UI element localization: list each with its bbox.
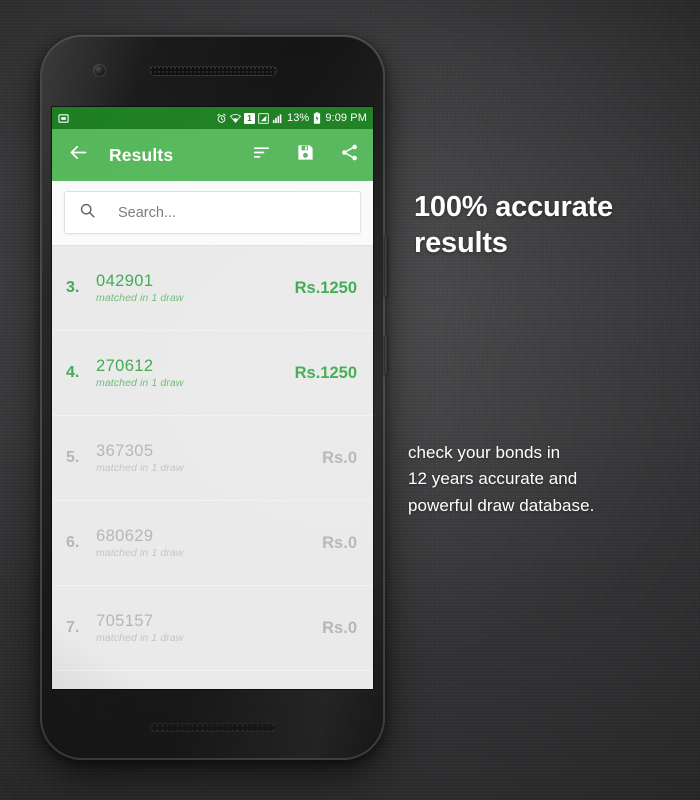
promo-body: check your bonds in 12 years accurate an… xyxy=(408,440,686,519)
row-main: 042901 matched in 1 draw xyxy=(96,272,295,305)
search-region: Search... xyxy=(52,181,373,246)
wifi-icon xyxy=(230,113,241,124)
row-amount: Rs.1250 xyxy=(294,278,357,297)
status-bar-right: 1 13% 9:09 PM xyxy=(216,112,367,124)
row-subtitle: matched in 1 draw xyxy=(96,292,184,305)
row-index: 7. xyxy=(66,619,80,636)
table-row[interactable]: 7. 705157 matched in 1 draw Rs.0 xyxy=(52,586,373,671)
battery-charging-icon xyxy=(313,112,321,124)
save-button[interactable] xyxy=(294,144,316,166)
row-amount: Rs.0 xyxy=(322,618,357,637)
row-subtitle: matched in 1 draw xyxy=(96,547,184,560)
bond-number: 042901 xyxy=(96,271,154,290)
promo-scene: 1 13% 9:09 PM Results Search... 3. 04290… xyxy=(0,0,700,800)
row-amount: Rs.0 xyxy=(322,533,357,552)
status-bar-left xyxy=(58,113,69,124)
share-icon xyxy=(340,143,359,167)
table-row[interactable]: 4. 270612 matched in 1 draw Rs.1250 xyxy=(52,331,373,416)
alarm-icon xyxy=(216,113,227,124)
row-amount: Rs.1250 xyxy=(294,363,357,382)
row-amount: Rs.0 xyxy=(322,448,357,467)
row-subtitle: matched in 1 draw xyxy=(96,632,184,645)
table-row[interactable]: 3. 042901 matched in 1 draw Rs.1250 xyxy=(52,246,373,331)
app-bar: Results xyxy=(52,129,373,181)
row-main: 270612 matched in 1 draw xyxy=(96,357,295,390)
row-subtitle: matched in 1 draw xyxy=(96,462,184,475)
table-row[interactable]: 5. 367305 matched in 1 draw Rs.0 xyxy=(52,416,373,501)
promo-headline: 100% accurate results xyxy=(414,191,613,259)
bond-number: 705157 xyxy=(96,611,154,630)
row-main: 705157 matched in 1 draw xyxy=(96,612,322,645)
status-bar: 1 13% 9:09 PM xyxy=(52,107,373,129)
search-placeholder: Search... xyxy=(118,204,177,221)
search-icon xyxy=(79,202,96,224)
bond-number: 367305 xyxy=(96,441,154,460)
sort-button[interactable] xyxy=(250,144,272,166)
row-index: 3. xyxy=(66,279,80,296)
promo-body-line: check your bonds in xyxy=(408,443,561,462)
bottom-speaker xyxy=(149,723,276,732)
signal-strength-icon xyxy=(272,113,283,124)
front-camera-icon xyxy=(93,64,106,77)
row-main: 367305 matched in 1 draw xyxy=(96,442,322,475)
app-bar-actions xyxy=(250,144,360,166)
promo-body-line: powerful draw database. xyxy=(408,495,595,515)
phone-device-frame: 1 13% 9:09 PM Results Search... 3. 04290… xyxy=(40,35,388,760)
row-index: 4. xyxy=(66,364,80,381)
status-bar-clock: 9:09 PM xyxy=(325,112,367,124)
volume-button[interactable] xyxy=(384,235,388,297)
table-row[interactable]: 6. 680629 matched in 1 draw Rs.0 xyxy=(52,501,373,586)
row-subtitle: matched in 1 draw xyxy=(96,377,184,390)
battery-percent-label: 13% xyxy=(287,112,310,124)
row-index: 6. xyxy=(66,534,80,551)
power-button[interactable] xyxy=(384,335,388,375)
save-icon xyxy=(296,143,315,167)
earpiece-speaker xyxy=(148,66,277,76)
bond-number: 680629 xyxy=(96,526,154,545)
back-button[interactable] xyxy=(65,142,91,168)
phone-screen: 1 13% 9:09 PM Results Search... 3. 04290… xyxy=(52,107,373,689)
sort-icon xyxy=(252,143,271,167)
row-main: 680629 matched in 1 draw xyxy=(96,527,322,560)
signal-bars-icon xyxy=(258,112,269,124)
row-index: 5. xyxy=(66,449,80,466)
sim-1-icon: 1 xyxy=(244,112,255,124)
bond-number: 270612 xyxy=(96,356,154,375)
page-title: Results xyxy=(109,144,174,165)
search-input[interactable]: Search... xyxy=(64,191,361,234)
back-arrow-icon xyxy=(68,142,89,168)
screenshot-icon xyxy=(58,113,69,124)
results-list: 3. 042901 matched in 1 draw Rs.1250 4. 2… xyxy=(52,246,373,671)
promo-body-line: 12 years accurate and xyxy=(408,469,578,489)
share-button[interactable] xyxy=(338,144,360,166)
